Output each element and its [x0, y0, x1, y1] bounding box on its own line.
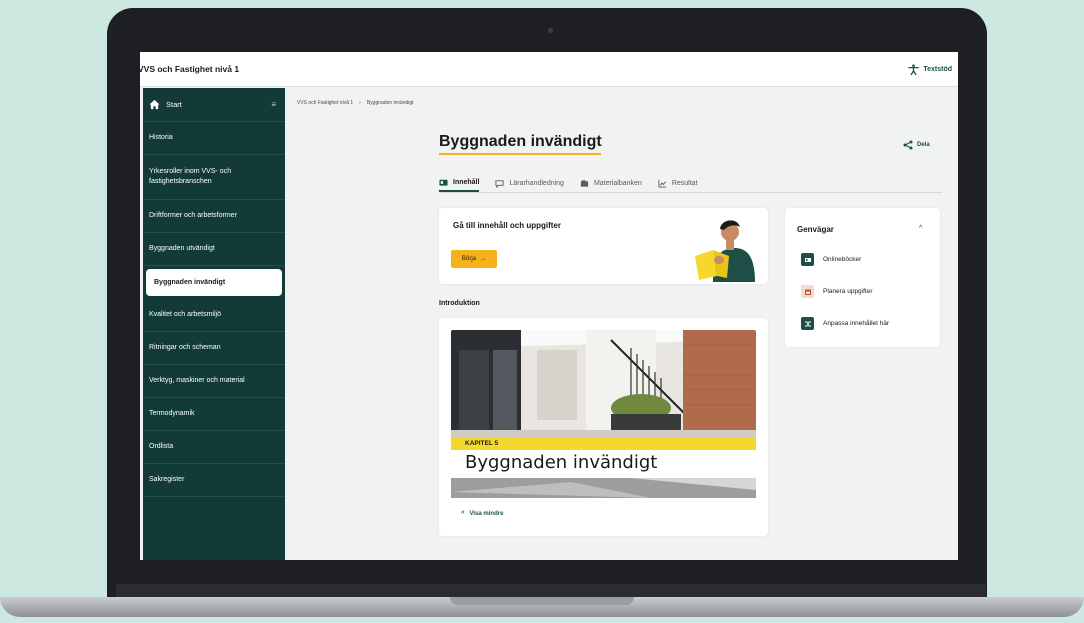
tab-materialbanken-label: Materialbanken: [593, 180, 642, 187]
tab-resultat[interactable]: Resultat: [658, 175, 698, 192]
chapter-title: Byggnaden invändigt: [465, 452, 658, 473]
top-bar: VVS och Fastighet nivå 1 Textstöd: [140, 52, 958, 87]
page-title: Byggnaden invändigt: [439, 133, 602, 150]
laptop-notch: [450, 597, 634, 605]
share-icon: [903, 140, 913, 150]
folder-icon: [580, 180, 589, 187]
book-icon: [801, 253, 814, 266]
tab-innehall[interactable]: Innehåll: [439, 175, 480, 192]
show-less-label: Visa mindre: [469, 511, 504, 517]
chevron-up-icon: ^: [461, 511, 465, 517]
book-icon: [439, 179, 448, 186]
sidebar-item-sakregister[interactable]: Sakregister: [143, 464, 285, 497]
sidebar-item-driftformer[interactable]: Driftformer och arbetsformer: [143, 200, 285, 233]
shortcut-planera-uppgifter-label: Planera uppgifter: [823, 288, 873, 295]
title-underline: [439, 153, 601, 155]
breadcrumb-separator: ›: [359, 100, 361, 106]
intro-card: KAPITEL 5 Byggnaden invändigt ^ Visa min…: [439, 318, 768, 536]
cover-image-floor: [451, 478, 756, 498]
tab-materialbanken[interactable]: Materialbanken: [580, 175, 642, 192]
shuffle-icon: [801, 317, 814, 330]
camera-icon: [548, 28, 553, 33]
breadcrumb-current: Byggnaden invändigt: [366, 100, 414, 106]
arrow-right-icon: →: [480, 256, 486, 262]
sidebar-item-verktyg[interactable]: Verktyg, maskiner och material: [143, 365, 285, 398]
show-less-toggle[interactable]: ^ Visa mindre: [461, 511, 503, 517]
sidebar-item-termodynamik[interactable]: Termodynamik: [143, 398, 285, 431]
intro-heading: Introduktion: [439, 300, 480, 307]
home-icon: [149, 99, 160, 110]
text-support-button[interactable]: Textstöd: [908, 63, 952, 75]
start-button[interactable]: Börja →: [451, 250, 497, 268]
sidebar-item-ritningar[interactable]: Ritningar och scheman: [143, 332, 285, 365]
chapter-label: KAPITEL 5: [451, 438, 756, 450]
share-button[interactable]: Dela: [903, 140, 930, 150]
shortcuts-title: Genvägar: [797, 225, 834, 234]
app-title: VVS och Fastighet nivå 1: [140, 64, 240, 74]
chapter-cover-image: [451, 330, 756, 438]
tab-lararhandledning[interactable]: Lärarhandledning: [495, 175, 564, 192]
start-button-label: Börja: [461, 256, 476, 262]
goto-content-card: Gå till innehåll och uppgifter Börja →: [439, 208, 768, 284]
shortcut-planera-uppgifter[interactable]: Planera uppgifter: [801, 285, 873, 298]
sidebar-item-ordlista[interactable]: Ordlista: [143, 431, 285, 464]
collapse-menu-icon[interactable]: ≡: [271, 100, 276, 109]
shortcut-onlinebocker-label: Onlineböcker: [823, 256, 862, 263]
tab-innehall-label: Innehåll: [453, 179, 480, 186]
shortcut-onlinebocker[interactable]: Onlineböcker: [801, 253, 861, 266]
shortcuts-card: Genvägar ^ Onlineböcker Planera uppgifte…: [785, 208, 940, 347]
sidebar-item-historia[interactable]: Historia: [143, 122, 285, 155]
sidebar-start-label: Start: [166, 100, 182, 109]
chart-icon: [658, 179, 666, 188]
breadcrumb-root[interactable]: VVS och Fastighet nivå 1: [297, 100, 353, 106]
shortcut-anpassa-innehall[interactable]: Anpassa innehållet här: [801, 317, 889, 330]
text-support-label: Textstöd: [923, 65, 952, 73]
accessibility-icon: [908, 63, 920, 75]
sidebar-start-link[interactable]: Start: [149, 99, 182, 110]
chat-icon: [495, 180, 505, 188]
shortcut-anpassa-innehall-label: Anpassa innehållet här: [823, 320, 890, 327]
share-label: Dela: [917, 142, 930, 148]
main-content: VVS och Fastighet nivå 1 › Byggnaden inv…: [285, 88, 958, 560]
tab-lararhandledning-label: Lärarhandledning: [509, 180, 564, 187]
tab-resultat-label: Resultat: [671, 180, 698, 187]
sidebar-header: Start ≡: [143, 88, 285, 122]
chevron-up-icon[interactable]: ^: [919, 225, 922, 232]
reader-illustration: [695, 220, 755, 282]
sidebar-item-kvalitet[interactable]: Kvalitet och arbetsmiljö: [143, 299, 285, 332]
breadcrumb: VVS och Fastighet nivå 1 › Byggnaden inv…: [297, 100, 414, 106]
screen: VVS och Fastighet nivå 1 Textstöd Start …: [140, 52, 958, 560]
sidebar-item-byggnaden-invandigt[interactable]: Byggnaden invändigt: [146, 269, 282, 296]
sidebar-item-byggnaden-utvandigt[interactable]: Byggnaden utvändigt: [143, 233, 285, 266]
goto-title: Gå till innehåll och uppgifter: [453, 221, 562, 230]
laptop-bezel: [116, 584, 986, 598]
sidebar-item-yrkesroller[interactable]: Yrkesroller inom VVS- och fastighetsbran…: [143, 155, 285, 200]
tab-bar: Innehåll Lärarhandledning Materialbanken…: [439, 175, 942, 193]
sidebar: Start ≡ Historia Yrkesroller inom VVS- o…: [143, 88, 285, 560]
calendar-icon: [801, 285, 814, 298]
